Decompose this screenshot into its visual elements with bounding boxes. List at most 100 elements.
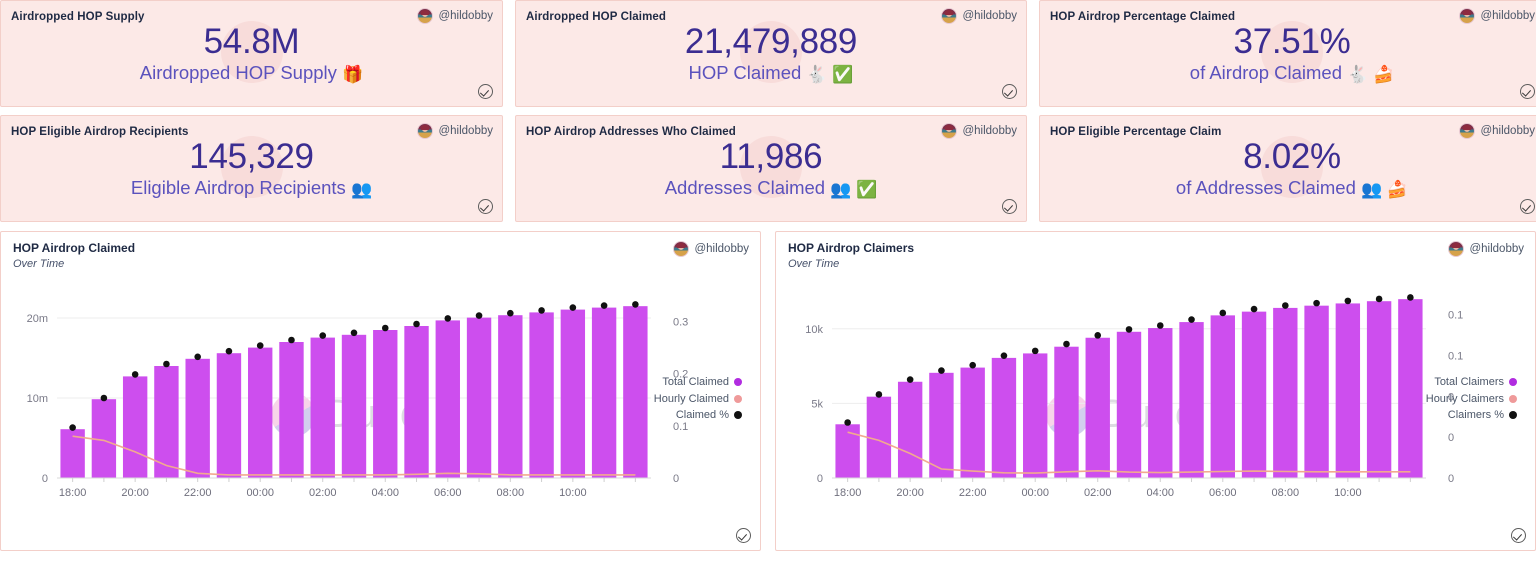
svg-text:0: 0	[673, 473, 679, 485]
legend-label: Claimers %	[1447, 409, 1504, 421]
attribution[interactable]: @hildobby	[941, 123, 1017, 139]
legend-item-claimers-pct[interactable]: Claimers %	[1426, 407, 1517, 424]
kpi-card-hop-eligible-airdrop-recipients[interactable]: HOP Eligible Airdrop Recipients @hildobb…	[0, 115, 503, 222]
chart-plot-area[interactable]: 0 10m 20m 0 0.1 0.2 0.3 18:00 20:00 22:00 00:00 02:…	[1, 276, 760, 526]
legend-item-hourly-claimers[interactable]: Hourly Claimers	[1426, 391, 1517, 408]
chart-legend: Total Claimers Hourly Claimers Claimers …	[1426, 374, 1517, 424]
rabbit-cake-icon: 🐇 🍰	[1347, 65, 1395, 85]
user-avatar-icon	[1448, 241, 1465, 257]
verified-check-icon[interactable]	[1520, 199, 1535, 214]
attribution[interactable]: @hildobby	[1459, 8, 1535, 24]
author-handle[interactable]: @hildobby	[438, 10, 493, 22]
kpi-card-hop-airdrop-percentage-claimed[interactable]: HOP Airdrop Percentage Claimed @hildobby…	[1039, 0, 1536, 107]
attribution[interactable]: @hildobby	[1448, 241, 1524, 257]
svg-text:04:00: 04:00	[1146, 487, 1174, 499]
user-avatar-icon	[417, 123, 434, 139]
kpi-title: Airdropped HOP Supply	[11, 11, 145, 23]
legend-item-hourly-claimed[interactable]: Hourly Claimed	[654, 391, 742, 408]
author-handle[interactable]: @hildobby	[1480, 125, 1535, 137]
legend-label: Hourly Claimers	[1425, 392, 1504, 405]
svg-text:00:00: 00:00	[1021, 487, 1049, 499]
chart-card-hop-airdrop-claimed[interactable]: HOP Airdrop Claimed Over Time @hildobby …	[0, 231, 761, 551]
verified-check-icon[interactable]	[736, 528, 751, 543]
legend-color-swatch	[734, 394, 742, 403]
author-handle[interactable]: @hildobby	[1480, 10, 1535, 22]
user-avatar-icon	[941, 123, 958, 139]
rabbit-checkmark-icon: 🐇 ✅	[806, 65, 854, 85]
author-handle[interactable]: @hildobby	[962, 10, 1017, 22]
chart-legend: Total Claimed Hourly Claimed Claimed %	[654, 374, 742, 424]
svg-text:0: 0	[1448, 432, 1454, 444]
legend-item-total-claimed[interactable]: Total Claimed	[654, 374, 742, 391]
verified-check-icon[interactable]	[1520, 84, 1535, 99]
legend-color-swatch	[1509, 394, 1517, 403]
author-handle[interactable]: @hildobby	[438, 125, 493, 137]
decorative-blob	[1261, 21, 1323, 83]
svg-text:0: 0	[817, 473, 823, 485]
legend-color-swatch	[734, 378, 742, 386]
chart-plot-area[interactable]: 0 5k 10k 0 0 0 0.1 0.1 18:00 20:00 22:00 00:00 02:00…	[776, 276, 1535, 526]
svg-text:04:00: 04:00	[371, 487, 399, 499]
people-checkmark-icon: 👥 ✅	[830, 180, 878, 200]
kpi-card-airdropped-hop-claimed[interactable]: Airdropped HOP Claimed @hildobby 21,479,…	[515, 0, 1027, 107]
legend-label: Claimed %	[675, 409, 729, 421]
decorative-blob	[1261, 136, 1323, 198]
kpi-title: HOP Eligible Airdrop Recipients	[11, 126, 189, 138]
attribution[interactable]: @hildobby	[1459, 123, 1535, 139]
author-handle[interactable]: @hildobby	[962, 125, 1017, 137]
kpi-card-hop-eligible-percentage-claim[interactable]: HOP Eligible Percentage Claim @hildobby …	[1039, 115, 1536, 222]
user-avatar-icon	[417, 8, 434, 24]
user-avatar-icon	[673, 241, 690, 257]
author-handle[interactable]: @hildobby	[1469, 243, 1524, 255]
verified-check-icon[interactable]	[1002, 199, 1017, 214]
svg-text:00:00: 00:00	[246, 487, 274, 499]
kpi-title: HOP Airdrop Percentage Claimed	[1050, 11, 1236, 23]
author-handle[interactable]: @hildobby	[694, 243, 749, 255]
verified-check-icon[interactable]	[478, 199, 493, 214]
attribution[interactable]: @hildobby	[417, 123, 493, 139]
attribution[interactable]: @hildobby	[941, 8, 1017, 24]
people-icon: 👥	[350, 180, 373, 200]
svg-text:5k: 5k	[811, 398, 823, 410]
decorative-blob	[220, 21, 283, 83]
kpi-card-airdropped-hop-supply[interactable]: Airdropped HOP Supply @hildobby 54.8M Ai…	[0, 0, 503, 107]
svg-text:06:00: 06:00	[434, 487, 462, 499]
kpi-card-hop-airdrop-addresses-who-claimed[interactable]: HOP Airdrop Addresses Who Claimed @hildo…	[515, 115, 1027, 222]
chart-row: HOP Airdrop Claimed Over Time @hildobby …	[0, 231, 1536, 551]
attribution[interactable]: @hildobby	[417, 8, 493, 24]
chart-card-hop-airdrop-claimers[interactable]: HOP Airdrop Claimers Over Time @hildobby…	[775, 231, 1536, 551]
svg-text:06:00: 06:00	[1209, 487, 1237, 499]
svg-text:10m: 10m	[27, 393, 48, 405]
svg-text:18:00: 18:00	[834, 487, 862, 499]
svg-text:22:00: 22:00	[184, 487, 212, 499]
legend-color-swatch	[734, 411, 742, 419]
svg-text:20:00: 20:00	[896, 487, 924, 499]
svg-text:20m: 20m	[27, 313, 48, 325]
dune-dashboard: Airdropped HOP Supply @hildobby 54.8M Ai…	[0, 0, 1536, 565]
legend-item-total-claimers[interactable]: Total Claimers	[1426, 374, 1517, 391]
user-avatar-icon	[1459, 123, 1476, 139]
svg-text:10:00: 10:00	[559, 487, 587, 499]
svg-text:0: 0	[42, 473, 48, 485]
verified-check-icon[interactable]	[1511, 528, 1526, 543]
verified-check-icon[interactable]	[478, 84, 493, 99]
user-avatar-icon	[941, 8, 958, 24]
legend-label: Hourly Claimed	[653, 392, 729, 405]
people-cake-icon: 👥 🍰	[1361, 180, 1409, 200]
attribution[interactable]: @hildobby	[673, 241, 749, 257]
decorative-blob	[740, 136, 802, 198]
legend-color-swatch	[1509, 411, 1517, 419]
svg-text:0.1: 0.1	[1448, 350, 1463, 362]
chart-title: HOP Airdrop Claimed	[13, 241, 136, 255]
legend-item-claimed-pct[interactable]: Claimed %	[654, 407, 742, 424]
verified-check-icon[interactable]	[1002, 84, 1017, 99]
svg-text:20:00: 20:00	[121, 487, 149, 499]
svg-text:22:00: 22:00	[959, 487, 987, 499]
legend-color-swatch	[1509, 378, 1517, 386]
chart-subtitle: Over Time	[13, 258, 65, 270]
svg-text:02:00: 02:00	[1084, 487, 1112, 499]
svg-text:02:00: 02:00	[309, 487, 337, 499]
gift-icon: 🎁	[342, 65, 364, 85]
decorative-blob	[220, 136, 283, 198]
user-avatar-icon	[1459, 8, 1476, 24]
